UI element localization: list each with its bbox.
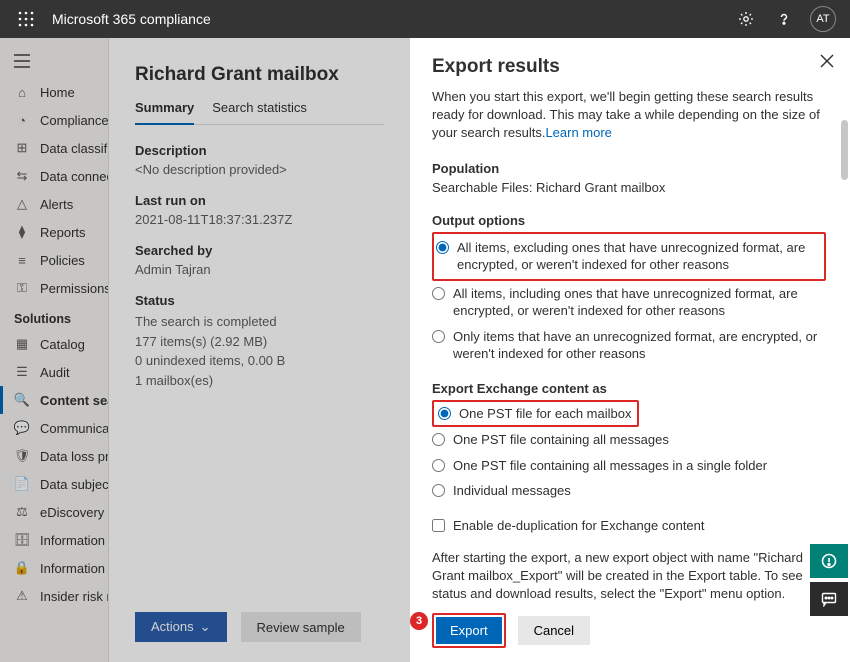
- callout-2-highlight: One PST file for each mailbox: [432, 400, 639, 428]
- exchange-opt-individual[interactable]: Individual messages: [432, 478, 826, 504]
- exchange-opt-single-folder[interactable]: One PST file containing all messages in …: [432, 453, 826, 479]
- exchange-opt-single-folder-radio[interactable]: [432, 459, 445, 472]
- export-button[interactable]: Export: [436, 617, 502, 644]
- exchange-opt-all-messages-radio[interactable]: [432, 433, 445, 446]
- output-opt-only-radio[interactable]: [432, 330, 445, 343]
- exchange-opt-all-messages[interactable]: One PST file containing all messages: [432, 427, 826, 453]
- exchange-opt-individual-radio[interactable]: [432, 484, 445, 497]
- callout-3-highlight: Export: [432, 613, 506, 648]
- waffle-icon[interactable]: [14, 7, 38, 31]
- floating-feedback-icon[interactable]: [810, 582, 848, 616]
- close-icon[interactable]: [820, 54, 834, 68]
- floating-help-icon[interactable]: [810, 544, 848, 578]
- intro-text: When you start this export, we'll begin …: [432, 88, 826, 143]
- help-icon[interactable]: [772, 7, 796, 31]
- output-opt-excluding-radio[interactable]: [436, 241, 449, 254]
- flyout-body: When you start this export, we'll begin …: [432, 88, 834, 607]
- callout-1-highlight: All items, excluding ones that have unre…: [432, 232, 826, 281]
- dedup-checkbox-row[interactable]: Enable de-duplication for Exchange conte…: [432, 518, 826, 533]
- callout-3-badge: 3: [410, 612, 428, 630]
- output-options-label: Output options: [432, 213, 826, 228]
- app-title: Microsoft 365 compliance: [52, 11, 720, 27]
- dedup-checkbox[interactable]: [432, 519, 445, 532]
- avatar[interactable]: AT: [810, 6, 836, 32]
- population-value: Searchable Files: Richard Grant mailbox: [432, 180, 826, 195]
- population-label: Population: [432, 161, 826, 176]
- output-opt-only-unrecognized[interactable]: Only items that have an unrecognized for…: [432, 324, 826, 367]
- exchange-opt-per-mailbox[interactable]: One PST file for each mailbox: [436, 403, 633, 425]
- app-header: Microsoft 365 compliance AT: [0, 0, 850, 38]
- gear-icon[interactable]: [734, 7, 758, 31]
- output-opt-including[interactable]: All items, including ones that have unre…: [432, 281, 826, 324]
- footer-note: After starting the export, a new export …: [432, 549, 826, 604]
- output-opt-including-radio[interactable]: [432, 287, 445, 300]
- scrollbar[interactable]: [841, 120, 848, 180]
- cancel-button[interactable]: Cancel: [518, 616, 590, 645]
- exchange-opt-per-mailbox-radio[interactable]: [438, 407, 451, 420]
- exchange-label: Export Exchange content as: [432, 381, 826, 396]
- learn-more-link[interactable]: Learn more: [545, 125, 611, 140]
- export-flyout: Export results When you start this expor…: [410, 38, 850, 662]
- flyout-title: Export results: [432, 56, 834, 78]
- output-opt-excluding[interactable]: All items, excluding ones that have unre…: [436, 235, 820, 278]
